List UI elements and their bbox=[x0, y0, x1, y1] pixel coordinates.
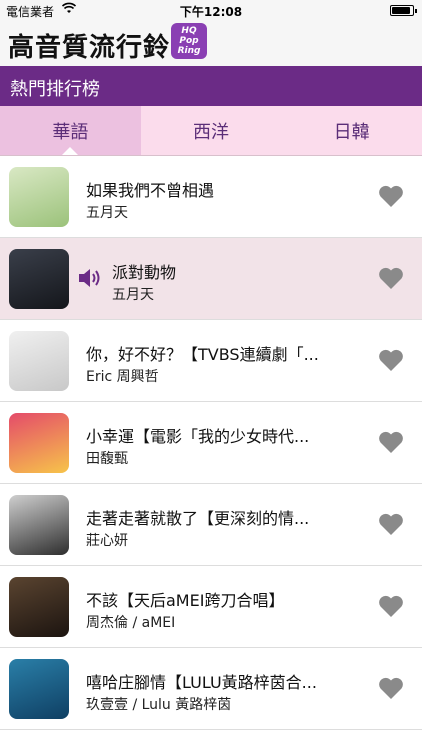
tab-label: 日韓 bbox=[333, 122, 370, 143]
song-row[interactable]: 嘻哈庄腳情【LULU黃路梓茵合... 玖壹壹 / Lulu 黃路梓茵 bbox=[0, 648, 422, 730]
album-cover bbox=[9, 495, 69, 555]
album-cover bbox=[9, 413, 69, 473]
song-row[interactable]: 派對動物 五月天 bbox=[0, 238, 422, 320]
song-row[interactable]: 如果我們不曾相遇 五月天 bbox=[0, 156, 422, 238]
song-title: 你，好不好？【TVBS連續劇「... bbox=[86, 345, 319, 364]
status-bar: 電信業者 下午12:08 bbox=[0, 0, 422, 22]
album-cover bbox=[9, 331, 69, 391]
song-artist: 五月天 bbox=[86, 205, 128, 221]
status-time: 下午12:08 bbox=[179, 5, 243, 19]
heart-icon[interactable] bbox=[378, 266, 404, 290]
heart-icon[interactable] bbox=[378, 512, 404, 536]
song-artist: 周杰倫 / aMEI bbox=[86, 615, 176, 631]
album-cover bbox=[9, 659, 69, 719]
app-title: 高音質流行鈴 bbox=[8, 33, 171, 63]
song-title: 派對動物 bbox=[112, 263, 177, 282]
heart-icon[interactable] bbox=[378, 430, 404, 454]
song-artist: 田馥甄 bbox=[86, 451, 128, 467]
heart-icon[interactable] bbox=[378, 594, 404, 618]
song-artist: 莊心妍 bbox=[86, 533, 128, 549]
song-artist: 玖壹壹 / Lulu 黃路梓茵 bbox=[86, 697, 232, 713]
speaker-icon bbox=[78, 267, 104, 289]
heart-icon[interactable] bbox=[378, 676, 404, 700]
song-title: 小幸運【電影「我的少女時代... bbox=[86, 427, 310, 446]
album-cover bbox=[9, 167, 69, 227]
tab-western[interactable]: 西洋 bbox=[141, 106, 282, 156]
battery-icon bbox=[390, 5, 417, 16]
song-row[interactable]: 走著走著就散了【更深刻的情... 莊心妍 bbox=[0, 484, 422, 566]
song-title: 如果我們不曾相遇 bbox=[86, 181, 215, 200]
tab-label: 華語 bbox=[52, 122, 89, 143]
song-title: 不該【天后aMEI跨刀合唱】 bbox=[86, 591, 285, 610]
app-logo: HQ Pop Ring bbox=[171, 23, 207, 59]
song-row[interactable]: 不該【天后aMEI跨刀合唱】 周杰倫 / aMEI bbox=[0, 566, 422, 648]
song-title: 嘻哈庄腳情【LULU黃路梓茵合... bbox=[86, 673, 317, 692]
logo-line: Ring bbox=[177, 46, 201, 56]
song-artist: Eric 周興哲 bbox=[86, 369, 159, 385]
album-cover bbox=[9, 249, 69, 309]
heart-icon[interactable] bbox=[378, 348, 404, 372]
tab-label: 西洋 bbox=[193, 122, 229, 143]
app-header: 高音質流行鈴 HQ Pop Ring bbox=[0, 22, 422, 66]
song-row[interactable]: 小幸運【電影「我的少女時代... 田馥甄 bbox=[0, 402, 422, 484]
section-title: 熱門排行榜 bbox=[10, 79, 100, 100]
song-row[interactable]: 你，好不好？【TVBS連續劇「... Eric 周興哲 bbox=[0, 320, 422, 402]
section-bar: 熱門排行榜 bbox=[0, 66, 422, 106]
album-cover bbox=[9, 577, 69, 637]
category-tabs: 華語 西洋 日韓 bbox=[0, 106, 422, 156]
heart-icon[interactable] bbox=[378, 184, 404, 208]
logo-line: HQ bbox=[181, 26, 197, 36]
song-title: 走著走著就散了【更深刻的情... bbox=[86, 509, 310, 528]
tab-japan-korea[interactable]: 日韓 bbox=[281, 106, 422, 156]
song-artist: 五月天 bbox=[112, 287, 154, 303]
tab-chinese[interactable]: 華語 bbox=[0, 106, 141, 156]
song-list: 如果我們不曾相遇 五月天 派對動物 五月天 你，好不好？【TVBS連續劇「... Eric… bbox=[0, 156, 422, 730]
logo-line: Pop bbox=[179, 36, 199, 46]
